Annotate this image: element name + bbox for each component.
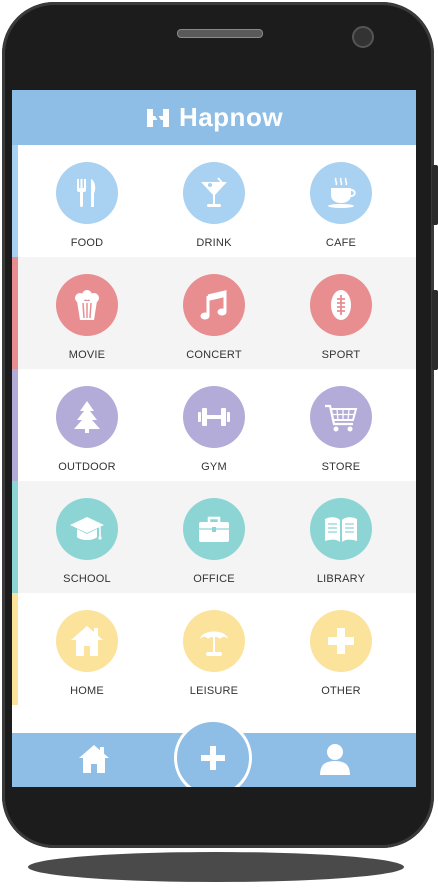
category-label: STORE [321, 461, 361, 473]
football-icon [331, 290, 351, 320]
category-icon-circle [310, 610, 372, 672]
category-label: CAFE [325, 237, 357, 249]
graduation-cap-icon [70, 517, 104, 540]
plus-icon [201, 746, 225, 770]
add-event-button[interactable] [174, 719, 252, 787]
app-screen: Hapnow FOOD DRINK CAFE MOVIE CONCERT SPO… [12, 90, 416, 787]
category-sport[interactable]: SPORT [274, 257, 408, 369]
category-icon-circle [310, 274, 372, 336]
music-note-icon [200, 290, 227, 320]
dumbbell-icon [198, 408, 230, 426]
beach-umbrella-icon [200, 631, 228, 656]
category-icon-circle [183, 274, 245, 336]
category-icon-circle [310, 386, 372, 448]
category-concert[interactable]: CONCERT [147, 257, 281, 369]
front-camera [352, 26, 374, 48]
category-leisure[interactable]: LEISURE [147, 593, 281, 705]
category-label: CONCERT [186, 349, 242, 361]
shopping-cart-icon [325, 404, 358, 432]
category-label: FOOD [70, 237, 104, 249]
category-icon-circle [56, 274, 118, 336]
category-icon-circle [56, 162, 118, 224]
row-color-strip [12, 369, 18, 481]
category-icon-circle [183, 498, 245, 560]
phone-shadow [28, 852, 404, 882]
category-gym[interactable]: GYM [147, 369, 281, 481]
category-outdoor[interactable]: OUTDOOR [20, 369, 154, 481]
popcorn-icon [75, 290, 99, 320]
category-label: DRINK [196, 237, 232, 249]
category-school[interactable]: SCHOOL [20, 481, 154, 593]
category-icon-circle [310, 162, 372, 224]
category-icon-circle [56, 386, 118, 448]
category-label: OFFICE [193, 573, 235, 585]
tree-icon [74, 401, 100, 433]
category-store[interactable]: STORE [274, 369, 408, 481]
row-color-strip [12, 257, 18, 369]
category-drink[interactable]: DRINK [147, 145, 281, 257]
row-color-strip [12, 481, 18, 593]
home-icon[interactable] [78, 743, 110, 775]
earpiece-speaker [177, 29, 263, 38]
category-row-4: SCHOOL OFFICE LIBRARY [12, 481, 416, 593]
category-label: SPORT [321, 349, 361, 361]
category-label: OTHER [321, 685, 361, 697]
category-home[interactable]: HOME [20, 593, 154, 705]
app-header: Hapnow [12, 90, 416, 145]
bottom-nav-bar [12, 719, 416, 787]
plus-icon [328, 628, 354, 654]
category-label: OUTDOOR [58, 461, 116, 473]
category-food[interactable]: FOOD [20, 145, 154, 257]
coffee-cup-icon [328, 177, 356, 208]
category-label: MOVIE [68, 349, 106, 361]
category-label: LIBRARY [316, 573, 366, 585]
category-icon-circle [56, 498, 118, 560]
category-row-5: HOME LEISURE OTHER [12, 593, 416, 705]
briefcase-icon [199, 516, 229, 542]
category-label: HOME [70, 685, 104, 697]
category-row-3: OUTDOOR GYM STORE [12, 369, 416, 481]
open-book-icon [325, 517, 357, 542]
user-icon[interactable] [318, 742, 352, 776]
category-icon-circle [183, 162, 245, 224]
power-button [432, 290, 438, 370]
app-title: Hapnow [178, 102, 284, 132]
row-color-strip [12, 593, 18, 705]
category-icon-circle [183, 386, 245, 448]
category-label: GYM [201, 461, 227, 473]
category-movie[interactable]: MOVIE [20, 257, 154, 369]
category-office[interactable]: OFFICE [147, 481, 281, 593]
category-label: SCHOOL [63, 573, 111, 585]
category-library[interactable]: LIBRARY [274, 481, 408, 593]
category-cafe[interactable]: CAFE [274, 145, 408, 257]
cocktail-icon [201, 177, 227, 207]
volume-button [432, 165, 438, 225]
row-color-strip [12, 145, 18, 257]
fork-knife-icon [77, 179, 96, 207]
house-icon [71, 626, 103, 656]
category-label: LEISURE [189, 685, 239, 697]
category-row-2: MOVIE CONCERT SPORT [12, 257, 416, 369]
category-icon-circle [183, 610, 245, 672]
category-row-1: FOOD DRINK CAFE [12, 145, 416, 257]
hapnow-logo-icon [146, 108, 169, 127]
category-icon-circle [56, 610, 118, 672]
category-other[interactable]: OTHER [274, 593, 408, 705]
category-icon-circle [310, 498, 372, 560]
